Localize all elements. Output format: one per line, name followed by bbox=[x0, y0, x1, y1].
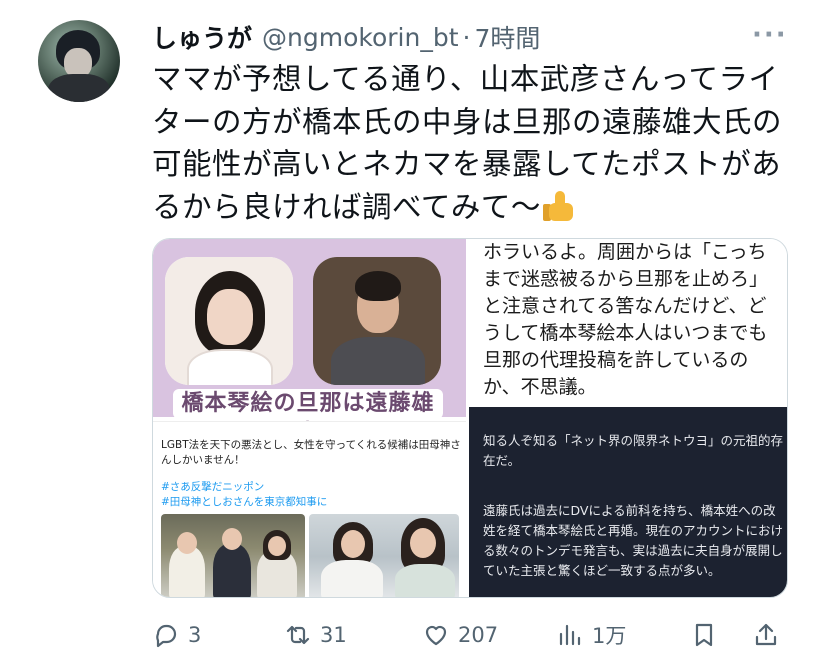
bookmark-icon bbox=[695, 623, 713, 647]
reply-button[interactable]: 3 bbox=[152, 620, 201, 650]
media-image-4[interactable]: 知る人ぞ知る「ネット界の限界ネトウヨ」の元祖的存在だ。 遠藤氏は過去にDVによる… bbox=[469, 407, 787, 597]
screenshot-text: ホラいるよ。周囲からは「こっちまで迷惑被るから旦那を止めろ」と注意されてる筈なん… bbox=[483, 241, 769, 398]
action-bar: 3 31 207 1万 bbox=[152, 620, 792, 650]
like-button[interactable]: 207 bbox=[422, 620, 498, 650]
separator-dot: · bbox=[462, 22, 471, 52]
heart-icon bbox=[425, 625, 447, 646]
author-handle[interactable]: @ngmokorin_bt bbox=[262, 23, 458, 52]
avatar-body bbox=[48, 74, 110, 102]
tweet-header: しゅうが @ngmokorin_bt · 7時間 bbox=[152, 18, 540, 56]
tweet-text: ママが予想してる通り、山本武彦さんってライターの方が橋本氏の中身は旦那の遠藤雄大… bbox=[152, 58, 792, 228]
media-image-1[interactable]: 橋本琴絵の旦那は遠藤雄大 bbox=[153, 239, 466, 446]
reply-icon bbox=[156, 624, 177, 648]
image-caption: 橋本琴絵の旦那は遠藤雄大 bbox=[173, 389, 443, 446]
tweet-timestamp[interactable]: 7時間 bbox=[474, 19, 540, 55]
campaign-photo bbox=[161, 514, 305, 597]
photo-man bbox=[313, 257, 441, 385]
like-count: 207 bbox=[458, 623, 499, 647]
analytics-icon bbox=[559, 624, 581, 646]
tweet-body: ママが予想してる通り、山本武彦さんってライターの方が橋本氏の中身は旦那の遠藤雄大… bbox=[152, 62, 783, 224]
avatar[interactable] bbox=[38, 20, 120, 102]
article-text-2: 遠藤氏は過去にDVによる前科を持ち、橋本姓への改姓を経て橋本琴絵氏と再婚。現在の… bbox=[483, 503, 784, 578]
view-count: 1万 bbox=[592, 624, 627, 648]
screenshot-post-text: LGBT法を天下の悪法とし、女性を守ってくれる候補は田母神さんしかいません！ bbox=[161, 439, 461, 466]
selfie-photo bbox=[309, 514, 459, 597]
repost-icon bbox=[286, 625, 310, 645]
author-name[interactable]: しゅうが bbox=[152, 19, 252, 55]
reply-count: 3 bbox=[188, 623, 202, 647]
repost-button[interactable]: 31 bbox=[284, 620, 347, 650]
more-options-icon[interactable]: ··· bbox=[752, 20, 788, 50]
bookmark-button[interactable] bbox=[690, 620, 718, 650]
article-text-1: 知る人ぞ知る「ネット界の限界ネトウヨ」の元祖的存在だ。 bbox=[483, 433, 784, 468]
views-button[interactable]: 1万 bbox=[556, 620, 626, 650]
share-button[interactable] bbox=[752, 620, 780, 650]
repost-count: 31 bbox=[320, 623, 347, 647]
thumbs-up-icon bbox=[541, 190, 577, 223]
media-image-3[interactable]: LGBT法を天下の悪法とし、女性を守ってくれる候補は田母神さんしかいません！ #… bbox=[153, 421, 466, 597]
photo-woman bbox=[165, 257, 293, 385]
screenshot-hashtags: #さあ反撃だニッポン #田母神としおさんを東京都知事に bbox=[161, 481, 328, 508]
media-grid[interactable]: 橋本琴絵の旦那は遠藤雄大 ホラいるよ。周囲からは「こっちまで迷惑被るから旦那を止… bbox=[152, 238, 788, 598]
media-image-2[interactable]: ホラいるよ。周囲からは「こっちまで迷惑被るから旦那を止めろ」と注意されてる筈なん… bbox=[469, 239, 787, 407]
share-icon bbox=[755, 623, 777, 646]
